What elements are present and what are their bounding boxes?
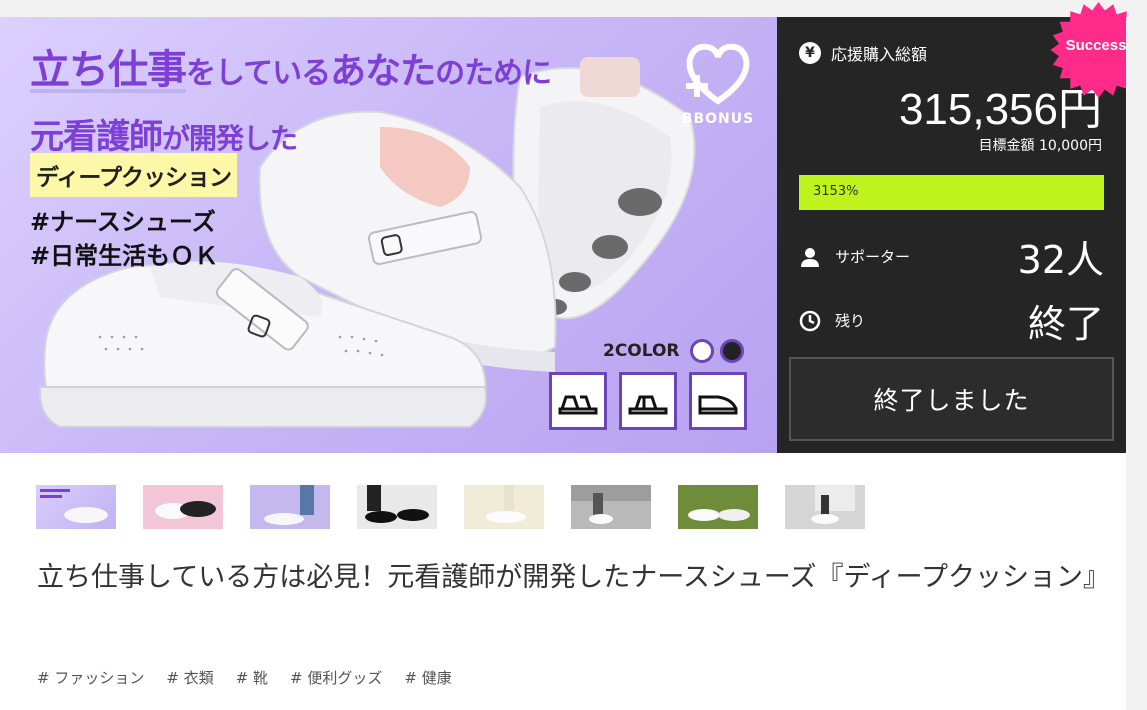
project-info: 立ち仕事している方は必見！元看護師が開発したナースシューズ『ディープクッション』… [0,453,1127,710]
thumbnail-4[interactable] [357,485,437,529]
yen-icon: ¥ [799,42,821,64]
brand-name: BBONUS [681,111,755,127]
color-options: 2COLOR [603,339,744,363]
tag-clothing[interactable]: # 衣類 [166,667,213,688]
thumbnail-8[interactable] [785,485,865,529]
category-tags: # ファッション # 衣類 # 靴 # 便利グッズ # 健康 [37,667,452,688]
brand-logo: BBONUS [676,39,760,127]
ended-button[interactable]: 終了しました [789,357,1114,441]
shoe-style-icon [689,372,747,430]
hero-cushion-label: ディープクッション [30,153,238,197]
progress-percent: 3153% [813,184,859,199]
tag-health[interactable]: # 健康 [404,667,451,688]
hero-hashtags: #ナースシューズ #日常生活もＯＫ [30,205,218,273]
total-label: 応援購入総額 [831,45,928,64]
project-title: 立ち仕事している方は必見！元看護師が開発したナースシューズ『ディープクッション』 [37,562,1110,593]
remaining-row: 残り 終了 [799,293,1104,348]
hero-image[interactable]: 立ち仕事をしているあなたのために 元看護師が開発した ディープクッション #ナー… [0,17,777,453]
hero-hashtag-daily: #日常生活もＯＫ [30,242,219,270]
sandal-style-icon [549,372,607,430]
wearing-styles [549,372,747,430]
supporters-row: サポーター 32人 [799,229,1104,284]
slipper-style-icon [619,372,677,430]
goal-amount: 目標金額 10,000円 [978,138,1102,154]
right-margin [1126,17,1147,710]
progress-bar: 3153% [799,175,1104,210]
thumbnail-5[interactable] [464,485,544,529]
tag-useful-goods[interactable]: # 便利グッズ [290,667,382,688]
supporters-value: 32人 [1017,238,1104,282]
hero-hashtag-nurse: #ナースシューズ [30,208,216,236]
thumbnail-6[interactable] [571,485,651,529]
supporters-label: サポーター [835,248,911,266]
color-swatch-white [689,339,714,363]
thumbnail-3[interactable] [250,485,330,529]
two-color-label: 2COLOR [603,341,680,361]
remaining-label: 残り [835,312,866,330]
person-icon [801,247,819,267]
thumbnail-7[interactable] [678,485,758,529]
clock-icon [799,310,821,331]
tag-fashion[interactable]: # ファッション [37,667,144,688]
top-band [0,0,1147,17]
hero-headline-line1: 立ち仕事をしているあなたのために [30,47,552,93]
brand-heart-plus-icon [686,43,750,105]
thumbnail-2[interactable] [143,485,223,529]
remaining-value: 終了 [1027,302,1104,346]
tag-shoes[interactable]: # 靴 [236,667,268,688]
color-swatch-black [719,339,744,363]
hero-headline-line2: 元看護師が開発した [30,117,298,157]
thumbnail-strip [36,485,865,529]
thumbnail-1[interactable] [36,485,116,529]
total-label-row: ¥ 応援購入総額 [799,41,927,65]
